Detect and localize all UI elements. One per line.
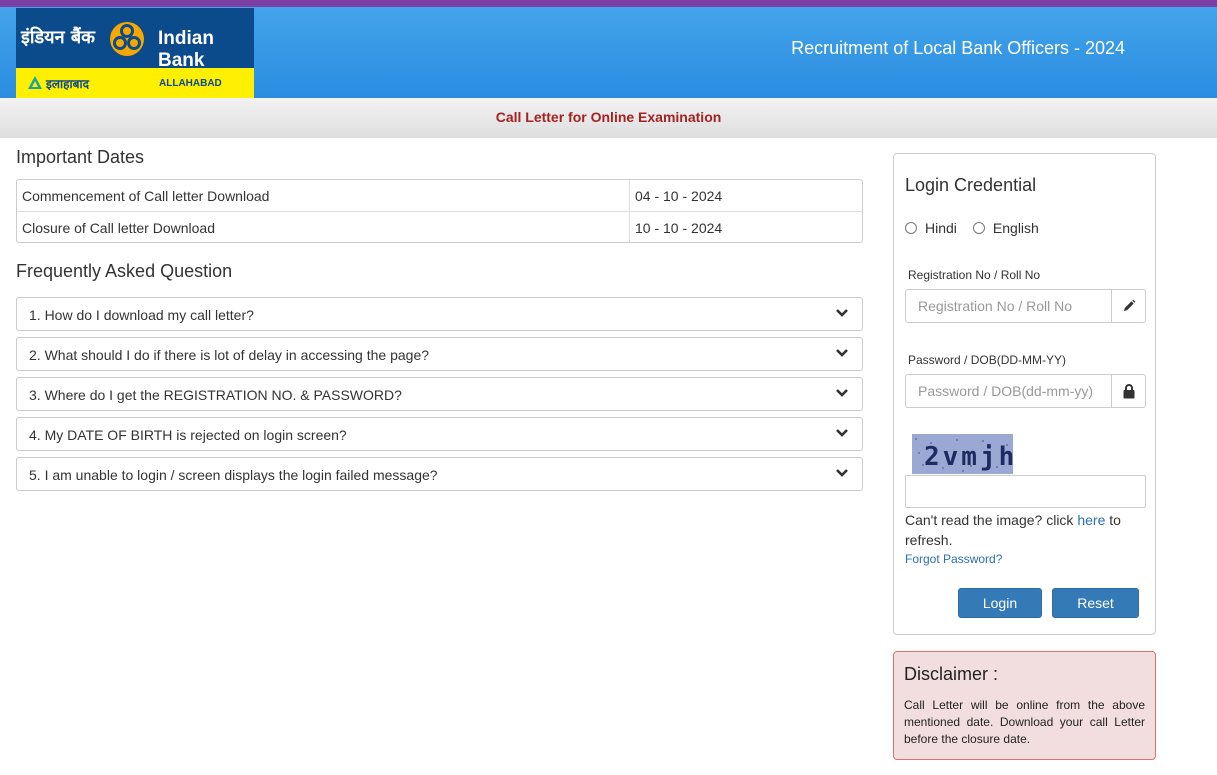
captcha-text: 2vmjh (924, 442, 1013, 472)
faq-question: 5. I am unable to login / screen display… (29, 467, 438, 483)
faq-item-2[interactable]: 2. What should I do if there is lot of d… (16, 337, 863, 371)
chevron-down-icon (836, 429, 848, 437)
important-dates-heading: Important Dates (16, 147, 145, 167)
english-radio-label[interactable]: English (993, 220, 1039, 236)
password-label: Password / DOB(DD-MM-YY) (908, 353, 1067, 367)
language-selector: Hindi English (905, 220, 1055, 236)
registration-label: Registration No / Roll No (908, 268, 1041, 282)
sub-header-bar: Call Letter for Online Examination (0, 98, 1217, 138)
captcha-image: 2vmjh (912, 434, 1013, 474)
hindi-radio[interactable] (905, 222, 917, 234)
registration-field-group (905, 289, 1146, 323)
faq-item-1[interactable]: 1. How do I download my call letter? (16, 297, 863, 331)
hindi-radio-label[interactable]: Hindi (925, 220, 957, 236)
chevron-down-icon (836, 349, 848, 357)
table-row: Commencement of Call letter Download 04 … (17, 180, 862, 211)
login-button[interactable]: Login (958, 588, 1042, 618)
page-header: इंडियन बैंक Indian Bank इलाहाबाद ALLAHAB… (0, 7, 1217, 98)
captcha-field (905, 475, 1146, 508)
lock-icon (1111, 375, 1145, 407)
captcha-refresh-hint: Can't read the image? click here to refr… (905, 510, 1150, 550)
bank-emblem-icon (110, 22, 144, 56)
date-value: 04 - 10 - 2024 (635, 188, 723, 204)
refresh-prefix-text: Can't read the image? click (905, 512, 1078, 528)
login-panel: Login Credential Hindi English Registrat… (893, 153, 1156, 635)
page-title: Recruitment of Local Bank Officers - 202… (791, 38, 1125, 58)
reset-button[interactable]: Reset (1052, 588, 1139, 618)
login-title: Login Credential (905, 175, 1037, 195)
chevron-down-icon (836, 469, 848, 477)
english-radio[interactable] (972, 222, 985, 234)
faq-question: 1. How do I download my call letter? (29, 307, 254, 323)
faq-item-3[interactable]: 3. Where do I get the REGISTRATION NO. &… (16, 377, 863, 411)
faq-item-4[interactable]: 4. My DATE OF BIRTH is rejected on login… (16, 417, 863, 451)
logo-allahabad-english: ALLAHABAD (159, 78, 222, 89)
password-field-group (905, 374, 1146, 408)
top-accent-strip (0, 0, 1217, 7)
disclaimer-box: Disclaimer : Call Letter will be online … (893, 651, 1156, 760)
logo-allahabad-hindi: इलाहाबाद (46, 77, 89, 91)
password-input[interactable] (906, 375, 1111, 407)
registration-input[interactable] (906, 290, 1111, 322)
faq-question: 2. What should I do if there is lot of d… (29, 347, 430, 363)
chevron-down-icon (836, 309, 848, 317)
important-dates-table: Commencement of Call letter Download 04 … (16, 179, 863, 243)
pencil-icon (1111, 290, 1145, 322)
disclaimer-text: Call Letter will be online from the abov… (904, 698, 1145, 746)
indian-bank-logo: इंडियन बैंक Indian Bank इलाहाबाद ALLAHAB… (16, 8, 254, 98)
captcha-input[interactable] (906, 476, 1145, 507)
logo-hindi-name: इंडियन बैंक (21, 27, 95, 48)
refresh-captcha-link[interactable]: here (1077, 512, 1105, 528)
disclaimer-title: Disclaimer : (904, 664, 999, 684)
date-label: Closure of Call letter Download (17, 212, 630, 242)
faq-question: 3. Where do I get the REGISTRATION NO. &… (29, 387, 402, 403)
date-value: 10 - 10 - 2024 (635, 220, 723, 236)
faq-item-5[interactable]: 5. I am unable to login / screen display… (16, 457, 863, 491)
date-label: Commencement of Call letter Download (17, 180, 630, 211)
subheader-title: Call Letter for Online Examination (495, 109, 722, 125)
table-row: Closure of Call letter Download 10 - 10 … (17, 211, 862, 242)
forgot-password-link[interactable]: Forgot Password? (905, 552, 1002, 566)
chevron-down-icon (836, 389, 848, 397)
logo-english-name: Indian Bank (158, 28, 214, 71)
faq-question: 4. My DATE OF BIRTH is rejected on login… (29, 427, 347, 443)
faq-heading: Frequently Asked Question (16, 261, 233, 281)
allahabad-triangle-icon (28, 76, 42, 89)
